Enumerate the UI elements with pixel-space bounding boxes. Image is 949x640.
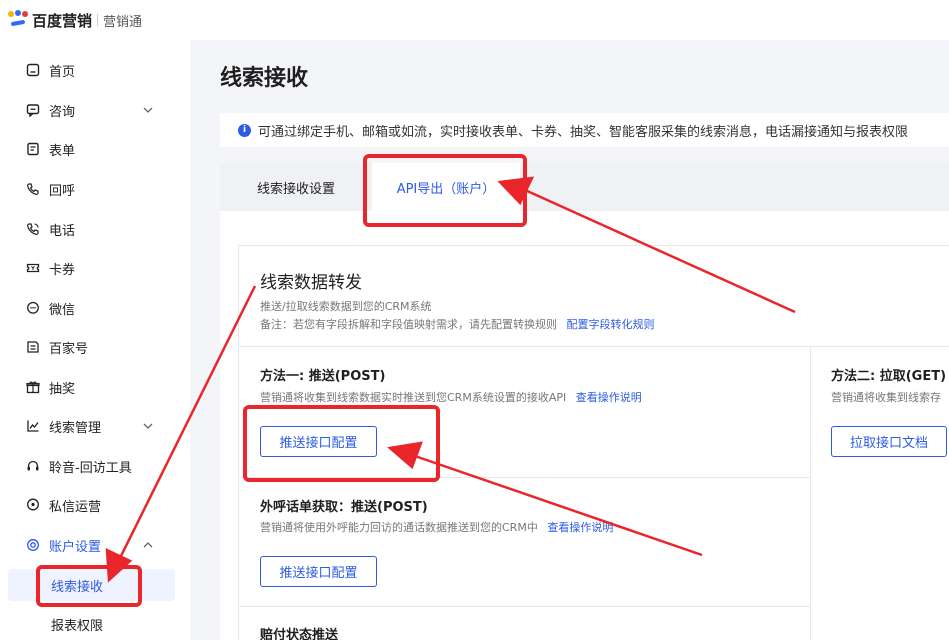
tab-lead-receive-settings[interactable]: 线索接收设置 (220, 163, 372, 211)
wechat-icon (26, 301, 40, 315)
sidebar-subitem-lead-receive[interactable]: 线索接收 (8, 569, 175, 601)
sidebar-item-label: 账户设置 (49, 539, 102, 555)
sidebar-item-label: 电话 (49, 223, 76, 239)
home-icon (26, 63, 40, 77)
sidebar-item-baijiahao[interactable]: 百家号 (0, 329, 190, 365)
chevron-down-icon[interactable] (142, 104, 154, 120)
sidebar-item-home[interactable]: 首页 (0, 52, 190, 88)
sidebar-item-label: 回呼 (49, 183, 76, 199)
chevron-up-icon[interactable] (142, 539, 154, 555)
logo-divider (97, 14, 99, 26)
tab-api-export[interactable]: API导出（账户） (372, 163, 520, 211)
pull-method-section: 方法二: 拉取(GET) 营销通将收集到线索存 拉取接口文档 (811, 347, 949, 640)
push-method-description: 营销通将收集到线索数据实时推送到您CRM系统设置的接收API 查看操作说明 (260, 389, 642, 405)
main-content: 线索接收 i 可通过绑定手机、邮箱或如流，实时接收表单、卡券、抽奖、智能客服采集… (190, 40, 949, 640)
push-method-desc-text: 营销通将收集到线索数据实时推送到您CRM系统设置的接收API (260, 391, 567, 404)
sidebar-item-lottery[interactable]: 抽奖 (0, 369, 190, 405)
phone-icon (26, 222, 40, 236)
sidebar-item-private-message[interactable]: 私信运营 (0, 487, 190, 523)
tab-bar: 线索接收设置 API导出（账户） (220, 163, 949, 211)
sidebar-subitem-label: 线索接收 (51, 579, 104, 595)
panel-title: 线索数据转发 (260, 273, 362, 293)
push-config-button[interactable]: 推送接口配置 (260, 426, 377, 457)
top-bar: 百度营销 营销通 (0, 0, 949, 40)
divider (239, 606, 810, 607)
field-rule-config-link[interactable]: 配置字段转化规则 (567, 318, 655, 331)
sidebar-item-form[interactable]: 表单 (0, 131, 190, 167)
lottery-icon (26, 380, 40, 394)
info-icon: i (238, 123, 251, 137)
outbound-help-link[interactable]: 查看操作说明 (547, 521, 613, 534)
panel-note: 备注：若您有字段拆解和字段值映射需求，请先配置转换规则 配置字段转化规则 (260, 316, 655, 332)
chart-icon (26, 419, 40, 433)
pull-doc-button[interactable]: 拉取接口文档 (831, 426, 947, 457)
headset-icon (26, 459, 40, 473)
callback-icon (26, 182, 40, 196)
sidebar-item-label: 私信运营 (49, 499, 102, 515)
sidebar-item-label: 咨询 (49, 104, 76, 120)
outbound-desc-text: 营销通将使用外呼能力回访的通话数据推送到您的CRM中 (260, 521, 538, 534)
sidebar-item-label: 聆音-回访工具 (49, 460, 132, 476)
sidebar-item-followup-tool[interactable]: 聆音-回访工具 (0, 448, 190, 484)
brand-name: 百度营销 (32, 11, 93, 30)
panel-note-text: 备注：若您有字段拆解和字段值映射需求，请先配置转换规则 (260, 318, 557, 331)
tab-label: 线索接收设置 (256, 181, 335, 197)
sidebar-item-wechat[interactable]: 微信 (0, 290, 190, 326)
push-method-title: 方法一: 推送(POST) (260, 369, 386, 384)
outbound-push-config-button[interactable]: 推送接口配置 (260, 556, 377, 587)
tab-content: 线索数据转发 推送/拉取线索数据到您的CRM系统 备注：若您有字段拆解和字段值映… (220, 211, 949, 640)
divider (239, 477, 810, 478)
push-help-link[interactable]: 查看操作说明 (576, 391, 642, 404)
coupon-icon (26, 261, 40, 275)
tab-label: API导出（账户） (396, 181, 496, 197)
sidebar-item-account-settings[interactable]: 账户设置 (0, 527, 190, 563)
message-icon (26, 498, 40, 512)
sidebar-item-label: 微信 (49, 302, 76, 318)
notice-banner: i 可通过绑定手机、邮箱或如流，实时接收表单、卡券、抽奖、智能客服采集的线索消息… (220, 113, 949, 147)
sidebar-subitem-label: 报表权限 (51, 618, 104, 634)
outbound-description: 营销通将使用外呼能力回访的通话数据推送到您的CRM中 查看操作说明 (260, 519, 613, 535)
baijiahao-icon (26, 340, 40, 354)
page-title: 线索接收 (220, 66, 309, 91)
pull-method-title: 方法二: 拉取(GET) (831, 369, 947, 384)
chat-icon (26, 103, 40, 117)
sidebar: 首页 咨询 表单 回呼 电话 卡券 微信 百家号 抽奖 线索管理 聆音-回访工具 (0, 40, 190, 640)
sidebar-item-lead-management[interactable]: 线索管理 (0, 408, 190, 444)
sidebar-item-label: 卡券 (49, 262, 76, 278)
sidebar-item-label: 线索管理 (49, 420, 102, 436)
outbound-title: 外呼话单获取：推送(POST) (260, 500, 428, 515)
sidebar-item-label: 首页 (49, 64, 76, 80)
payment-status-title: 赔付状态推送 (260, 628, 339, 640)
sidebar-item-phone[interactable]: 电话 (0, 211, 190, 247)
panel-description: 推送/拉取线索数据到您的CRM系统 (260, 300, 432, 313)
sidebar-item-label: 抽奖 (49, 381, 76, 397)
chevron-down-icon[interactable] (142, 420, 154, 436)
sidebar-item-label: 表单 (49, 143, 76, 159)
settings-icon (26, 538, 40, 552)
sidebar-item-label: 百家号 (49, 341, 89, 357)
baidu-logo-icon (8, 10, 28, 30)
notice-text: 可通过绑定手机、邮箱或如流，实时接收表单、卡券、抽奖、智能客服采集的线索消息，电… (258, 124, 909, 140)
sidebar-item-callback[interactable]: 回呼 (0, 171, 190, 207)
pull-method-description: 营销通将收集到线索存 (831, 391, 941, 404)
sidebar-item-consult[interactable]: 咨询 (0, 92, 190, 128)
lead-forward-panel: 线索数据转发 推送/拉取线索数据到您的CRM系统 备注：若您有字段拆解和字段值映… (238, 245, 949, 640)
sidebar-item-coupon[interactable]: 卡券 (0, 250, 190, 286)
form-icon (26, 142, 40, 156)
product-name: 营销通 (103, 14, 143, 30)
sidebar-subitem-report-permission[interactable]: 报表权限 (8, 608, 175, 640)
